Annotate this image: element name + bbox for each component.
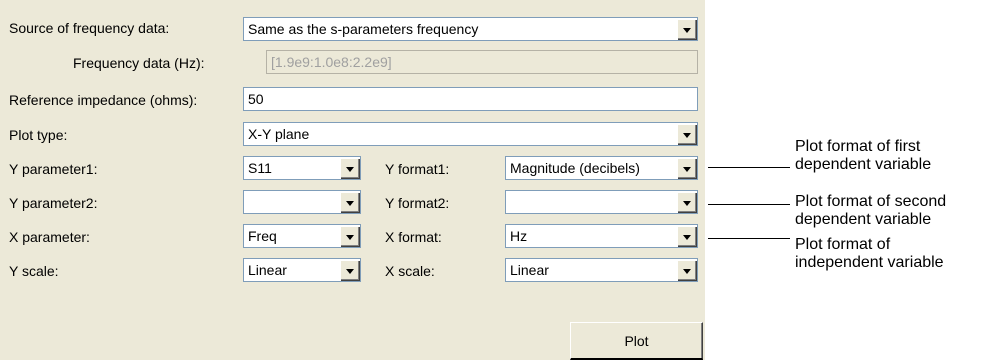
callout-first-dependent: Plot format of first dependent variable xyxy=(795,138,931,174)
callout-line-second xyxy=(708,204,790,205)
chevron-down-icon[interactable] xyxy=(677,19,696,39)
reference-impedance-value: 50 xyxy=(248,91,264,107)
reference-impedance-input[interactable]: 50 xyxy=(243,87,698,111)
chevron-down-icon[interactable] xyxy=(340,192,359,212)
callout-independent: Plot format of independent variable xyxy=(795,236,944,272)
x-format-dropdown[interactable]: Hz xyxy=(505,224,698,248)
chevron-down-icon[interactable] xyxy=(677,192,696,212)
chevron-down-icon[interactable] xyxy=(677,158,696,178)
x-format-value: Hz xyxy=(510,228,528,244)
chevron-down-icon[interactable] xyxy=(340,226,359,246)
y-parameter1-value: S11 xyxy=(248,160,272,176)
callout-second-line1: Plot format of second xyxy=(795,193,947,210)
y-parameter1-label: Y parameter1: xyxy=(9,161,98,177)
callout-line-independent xyxy=(708,238,790,239)
callout-first-line1: Plot format of first xyxy=(795,138,921,155)
y-format1-value: Magnitude (decibels) xyxy=(510,160,640,176)
plot-type-value: X-Y plane xyxy=(248,126,310,142)
chevron-down-icon[interactable] xyxy=(677,226,696,246)
callout-indep-line2: independent variable xyxy=(795,254,944,271)
callout-first-line2: dependent variable xyxy=(795,156,932,173)
plot-type-label: Plot type: xyxy=(9,127,68,143)
x-parameter-label: X parameter: xyxy=(9,229,90,245)
reference-impedance-label: Reference impedance (ohms): xyxy=(9,92,198,108)
chevron-down-icon[interactable] xyxy=(340,260,359,280)
callout-second-dependent: Plot format of second dependent variable xyxy=(795,193,946,229)
y-format1-dropdown[interactable]: Magnitude (decibels) xyxy=(505,156,698,180)
chevron-down-icon[interactable] xyxy=(677,260,696,280)
y-scale-label: Y scale: xyxy=(9,263,59,279)
y-scale-value: Linear xyxy=(248,262,287,278)
callout-indep-line1: Plot format of xyxy=(795,236,891,253)
source-frequency-dropdown[interactable]: Same as the s-parameters frequency xyxy=(243,17,698,41)
x-scale-label: X scale: xyxy=(385,263,435,279)
x-parameter-dropdown[interactable]: Freq xyxy=(243,224,361,248)
plot-button[interactable]: Plot xyxy=(570,322,703,360)
y-format2-label: Y format2: xyxy=(385,195,450,211)
x-scale-value: Linear xyxy=(510,262,549,278)
source-frequency-value: Same as the s-parameters frequency xyxy=(248,21,479,37)
source-frequency-label: Source of frequency data: xyxy=(9,20,170,36)
frequency-data-value: [1.9e9:1.0e8:2.2e9] xyxy=(271,54,392,70)
x-parameter-value: Freq xyxy=(248,228,277,244)
y-format2-dropdown[interactable] xyxy=(505,190,698,214)
y-parameter1-dropdown[interactable]: S11 xyxy=(243,156,361,180)
chevron-down-icon[interactable] xyxy=(340,158,359,178)
y-format1-label: Y format1: xyxy=(385,161,450,177)
y-scale-dropdown[interactable]: Linear xyxy=(243,258,361,282)
dialog-panel: Source of frequency data: Same as the s-… xyxy=(0,0,705,360)
y-parameter2-label: Y parameter2: xyxy=(9,195,98,211)
callout-line-first xyxy=(708,167,790,168)
callout-second-line2: dependent variable xyxy=(795,211,932,228)
y-parameter2-dropdown[interactable] xyxy=(243,190,361,214)
frequency-data-label: Frequency data (Hz): xyxy=(73,55,205,71)
chevron-down-icon[interactable] xyxy=(677,124,696,144)
frequency-data-field: [1.9e9:1.0e8:2.2e9] xyxy=(266,50,698,74)
x-scale-dropdown[interactable]: Linear xyxy=(505,258,698,282)
x-format-label: X format: xyxy=(385,229,442,245)
plot-type-dropdown[interactable]: X-Y plane xyxy=(243,122,698,146)
